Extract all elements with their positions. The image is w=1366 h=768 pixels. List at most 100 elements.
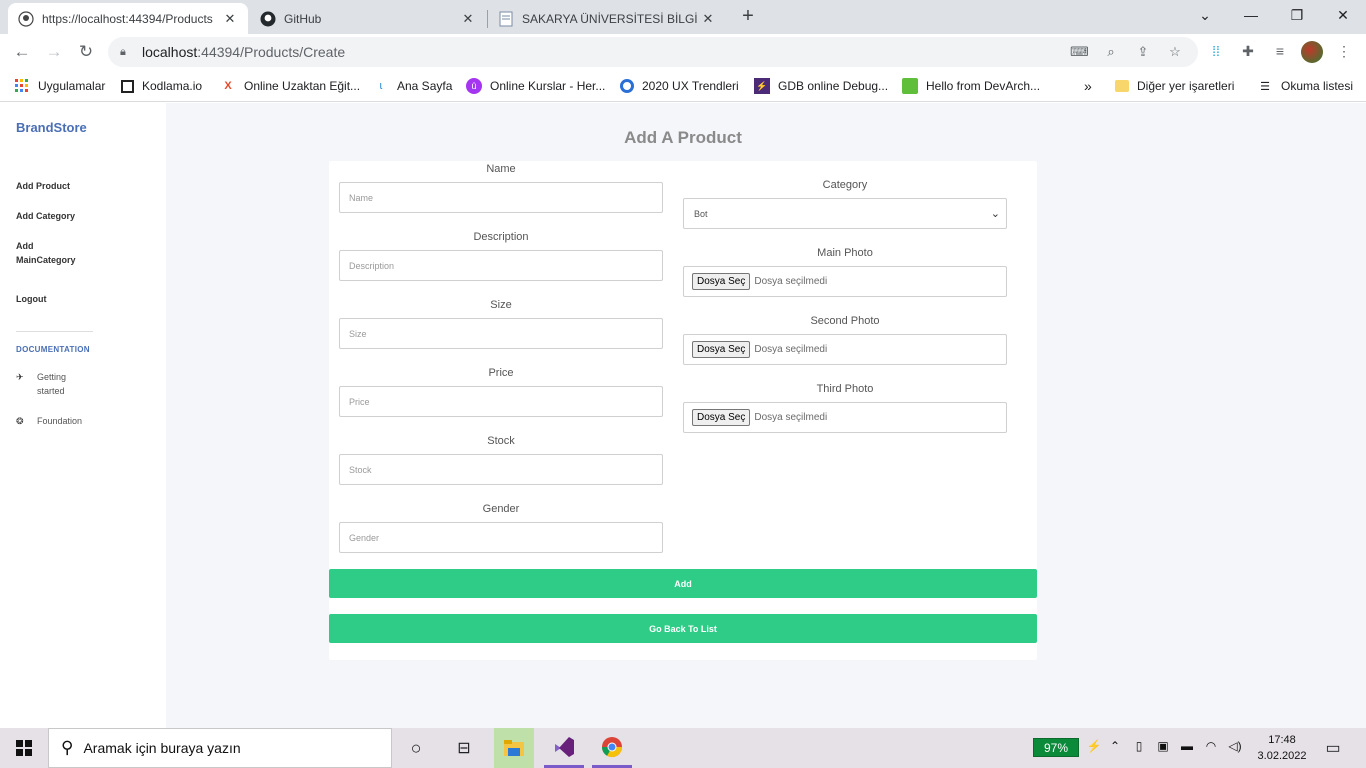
chevron-down-icon: ⌄	[990, 208, 1000, 220]
bookmark-other-folder[interactable]: Diğer yer işaretleri	[1115, 76, 1234, 96]
bookmark-ux-trendleri[interactable]: 2020 UX Trendleri	[620, 76, 739, 96]
taskbar-search[interactable]: ⚲ Aramak için buraya yazın	[48, 728, 392, 768]
chrome-icon[interactable]	[592, 728, 632, 768]
leaf-icon: ɩ	[379, 80, 383, 92]
bookmark-label: Diğer yer işaretleri	[1137, 79, 1235, 93]
search-placeholder: Aramak için buraya yazın	[83, 740, 241, 756]
tab-title: https://localhost:44394/Products	[42, 11, 213, 26]
restore-icon[interactable]: ❐	[1274, 0, 1320, 30]
extension-grid-icon[interactable]: ⁞⁞	[1206, 43, 1226, 63]
new-tab-icon[interactable]: +	[737, 6, 759, 28]
lock-icon[interactable]: 🔒︎	[120, 46, 134, 59]
tab-title: SAKARYA ÜNİVERSİTESİ BİLGİ SİS	[522, 11, 700, 26]
menu-kebab-icon[interactable]: ⋮	[1334, 43, 1354, 63]
file-explorer-icon[interactable]	[494, 728, 534, 768]
doc-item-label: Getting started	[37, 372, 67, 396]
choose-file-button[interactable]: Dosya Seç	[692, 341, 751, 358]
bookmark-devarch[interactable]: Hello from DevArch...	[902, 76, 1040, 96]
sidebar-item-logout[interactable]: Logout	[16, 292, 47, 306]
bookmark-gdb[interactable]: ⚡ GDB online Debug...	[754, 76, 888, 96]
tab-sakarya[interactable]: SAKARYA ÜNİVERSİTESİ BİLGİ SİS ✕	[488, 3, 726, 34]
size-input[interactable]	[339, 318, 663, 349]
sidebar-item-add-maincategory[interactable]: Add MainCategory	[16, 239, 76, 267]
bookmarks-overflow-button[interactable]: »	[1084, 76, 1092, 96]
search-icon: ⚲	[61, 738, 74, 757]
sidebar-item-add-category[interactable]: Add Category	[16, 209, 75, 223]
go-back-button[interactable]: Go Back To List	[329, 614, 1037, 643]
bookmark-apps[interactable]: Uygulamalar	[14, 76, 105, 96]
tab-title: GitHub	[284, 11, 322, 26]
brand-logo[interactable]: BrandStore	[16, 120, 87, 135]
bookmarks-bar: Uygulamalar Kodlama.io X Online Uzaktan …	[0, 70, 1366, 102]
price-input[interactable]	[339, 386, 663, 417]
task-view-icon[interactable]: ⊟	[440, 728, 488, 768]
main-photo-file-input[interactable]: Dosya Seç Dosya seçilmedi	[683, 266, 1007, 297]
bookmark-kodlama[interactable]: Kodlama.io	[121, 76, 202, 96]
bookmark-label: Kodlama.io	[142, 79, 203, 93]
bookmark-star-icon[interactable]: ☆	[1166, 44, 1184, 62]
category-select[interactable]: Bot ⌄	[683, 198, 1007, 229]
taskbar-clock[interactable]: 17:48 3.02.2022	[1252, 732, 1312, 764]
stock-input[interactable]	[339, 454, 663, 485]
show-hidden-icons-chevron-icon[interactable]: ⌃	[1106, 739, 1124, 753]
bookmark-uzaktan-egitim[interactable]: X Online Uzaktan Eğit...	[220, 76, 360, 96]
media-control-icon[interactable]: ≡	[1270, 43, 1290, 63]
translate-icon[interactable]: ⌨	[1070, 44, 1089, 62]
third-photo-label: Third Photo	[816, 383, 874, 395]
bookmark-label: 2020 UX Trendleri	[642, 79, 739, 93]
profile-favicon-icon	[18, 10, 34, 27]
sidebar-item-foundation[interactable]: ❂ Foundation	[16, 414, 82, 428]
tab-close-icon[interactable]: ✕	[460, 11, 476, 27]
category-label: Category	[822, 179, 868, 191]
back-icon[interactable]: ←	[10, 40, 34, 64]
sidebar-item-getting-started[interactable]: ✈ Getting started	[16, 370, 77, 398]
keyboard-icon[interactable]: ▬	[1178, 739, 1196, 753]
clock-time: 17:48	[1268, 734, 1296, 746]
notifications-icon[interactable]: ▭	[1316, 728, 1350, 768]
tab-github[interactable]: GitHub ✕	[250, 3, 486, 34]
clock-date: 3.02.2022	[1257, 750, 1307, 762]
gdb-icon: ⚡	[754, 78, 770, 94]
name-input[interactable]	[339, 182, 663, 213]
stock-label: Stock	[487, 435, 515, 447]
url-text[interactable]: localhost:44394/Products/Create	[142, 44, 345, 60]
extensions-puzzle-icon[interactable]: ✚	[1238, 43, 1258, 63]
tab-close-icon[interactable]: ✕	[700, 11, 716, 27]
choose-file-button[interactable]: Dosya Seç	[692, 273, 751, 290]
tab-close-icon[interactable]: ✕	[222, 11, 238, 27]
bookmark-label: Online Uzaktan Eğit...	[244, 79, 361, 93]
third-photo-file-input[interactable]: Dosya Seç Dosya seçilmedi	[683, 402, 1007, 433]
minimize-icon[interactable]: —	[1228, 0, 1274, 30]
bookmark-online-kurslar[interactable]: û Online Kurslar - Her...	[466, 76, 605, 96]
zoom-icon[interactable]: ⌕	[1102, 44, 1120, 62]
bookmark-ana-sayfa[interactable]: ɩ Ana Sayfa	[373, 76, 453, 96]
circle-logo-icon	[620, 79, 634, 93]
wifi-icon[interactable]: ◠	[1202, 739, 1220, 753]
cortana-icon[interactable]: ○	[392, 728, 440, 768]
meet-now-icon[interactable]: ▣	[1154, 739, 1172, 753]
tab-localhost[interactable]: https://localhost:44394/Products ✕	[8, 3, 248, 34]
visual-studio-icon[interactable]	[544, 728, 584, 768]
browser-toolbar: ← → ↻ 🔒︎ localhost:44394/Products/Create…	[0, 34, 1366, 70]
volume-icon[interactable]: ◁)	[1226, 739, 1244, 753]
add-button[interactable]: Add	[329, 569, 1037, 598]
price-label: Price	[488, 367, 514, 379]
windows-start-icon[interactable]	[0, 728, 48, 768]
profile-avatar[interactable]	[1301, 41, 1323, 63]
bookmark-label: Okuma listesi	[1281, 79, 1354, 93]
reading-list-button[interactable]: ☰ Okuma listesi	[1257, 76, 1353, 96]
reload-icon[interactable]: ↻	[74, 40, 98, 64]
choose-file-button[interactable]: Dosya Seç	[692, 409, 751, 426]
tab-search-chevron-icon[interactable]: ⌄	[1182, 0, 1228, 30]
battery-icon[interactable]: ▯	[1130, 739, 1148, 753]
address-bar[interactable]: 🔒︎ localhost:44394/Products/Create ⌨ ⌕ ⇪…	[108, 37, 1198, 67]
description-input[interactable]	[339, 250, 663, 281]
forward-icon[interactable]: →	[42, 40, 66, 64]
devarch-icon	[902, 78, 918, 94]
second-photo-file-input[interactable]: Dosya Seç Dosya seçilmedi	[683, 334, 1007, 365]
close-window-icon[interactable]: ✕	[1320, 0, 1366, 30]
share-icon[interactable]: ⇪	[1134, 44, 1152, 62]
gender-input[interactable]	[339, 522, 663, 553]
battery-percent[interactable]: 97%	[1033, 738, 1079, 757]
sidebar-item-add-product[interactable]: Add Product	[16, 179, 70, 193]
